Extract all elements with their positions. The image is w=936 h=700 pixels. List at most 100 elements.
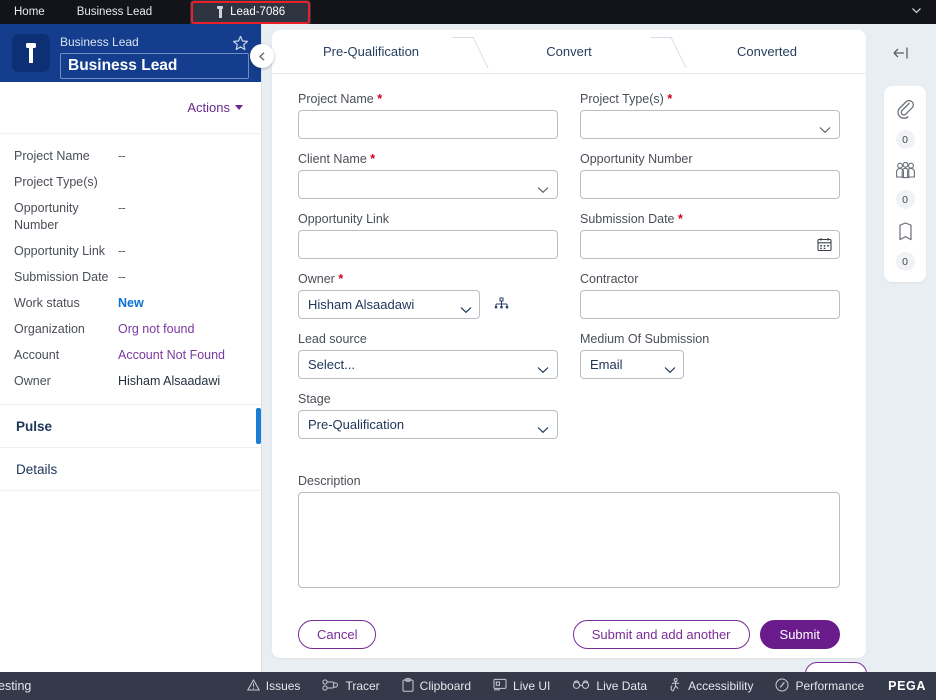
field-label: Opportunity Number xyxy=(14,201,79,232)
devbar-performance[interactable]: Performance xyxy=(775,678,864,695)
star-icon[interactable] xyxy=(232,35,249,57)
field-value[interactable]: Org not found xyxy=(118,321,194,338)
warning-icon xyxy=(246,678,260,694)
rail-followers[interactable]: 0 xyxy=(895,161,916,209)
case-field-row: Work status New xyxy=(14,295,247,312)
tab-business-lead[interactable]: Business Lead xyxy=(61,0,168,24)
actions-button-label: Actions xyxy=(187,100,230,115)
devbar-live-data[interactable]: Live Data xyxy=(572,679,647,693)
field-value[interactable]: Account Not Found xyxy=(118,347,225,364)
devbar-issues[interactable]: Issues xyxy=(246,678,300,694)
required-asterisk: * xyxy=(677,212,683,226)
lead-source-label: Lead source xyxy=(298,332,367,346)
devbar-live-data-label: Live Data xyxy=(596,679,648,693)
field-stage: Stage xyxy=(298,392,558,439)
devbar-live-ui[interactable]: Live UI xyxy=(493,678,550,694)
client-name-input[interactable] xyxy=(298,170,558,199)
panel-tab-pulse[interactable]: Pulse xyxy=(0,405,261,448)
project-types-input[interactable] xyxy=(580,110,840,139)
stage-pre-qualification[interactable]: Pre-Qualification xyxy=(272,30,470,73)
opportunity-link-input[interactable] xyxy=(298,230,558,259)
collapse-left-icon[interactable] xyxy=(888,44,914,62)
case-field-row: Account Account Not Found xyxy=(14,347,247,364)
devbar-tracer[interactable]: Tracer xyxy=(322,678,380,694)
tag-icon xyxy=(898,222,913,246)
devbar-clipboard[interactable]: Clipboard xyxy=(402,677,472,695)
field-label: Account xyxy=(14,348,60,362)
field-label: Project Type(s) xyxy=(14,175,98,189)
actions-row: Actions xyxy=(0,82,261,134)
field-label: Owner xyxy=(14,374,51,388)
tab-lead-7086[interactable]: Lead-7086 xyxy=(190,0,312,24)
stage-converted[interactable]: Converted xyxy=(668,30,866,73)
description-label: Description xyxy=(298,474,361,488)
client-name-select[interactable] xyxy=(298,170,558,199)
submit-and-add-another-button[interactable]: Submit and add another xyxy=(572,620,750,649)
live-data-icon xyxy=(572,679,590,693)
field-value: -- xyxy=(118,270,126,284)
case-field-row: Organization Org not found xyxy=(14,321,247,338)
utility-rail: 0 0 0 xyxy=(884,86,926,282)
stage-label: Convert xyxy=(546,44,592,59)
live-ui-icon xyxy=(493,678,507,694)
submission-date-picker[interactable] xyxy=(580,230,840,259)
lead-source-input[interactable] xyxy=(298,350,558,379)
stage-select[interactable] xyxy=(298,410,558,439)
client-name-label: Client Name * xyxy=(298,152,376,166)
field-opportunity-link: Opportunity Link xyxy=(298,212,558,259)
panel-tab-details[interactable]: Details xyxy=(0,448,261,491)
project-types-select[interactable] xyxy=(580,110,840,139)
submission-date-label: Submission Date * xyxy=(580,212,683,226)
field-opportunity-number: Opportunity Number xyxy=(580,152,840,199)
case-title-field[interactable]: Business Lead xyxy=(60,53,249,79)
cancel-button[interactable]: Cancel xyxy=(298,620,377,649)
tab-business-lead-label: Business Lead xyxy=(76,6,153,18)
org-chart-icon[interactable] xyxy=(494,297,509,317)
opportunity-number-input[interactable] xyxy=(580,170,840,199)
calendar-icon[interactable] xyxy=(817,237,832,257)
submit-button[interactable]: Submit xyxy=(759,620,840,649)
rail-attachments[interactable]: 0 xyxy=(895,99,915,149)
field-value: -- xyxy=(118,201,126,215)
owner-input[interactable] xyxy=(298,290,480,319)
clipboard-icon xyxy=(402,677,414,695)
project-name-input[interactable] xyxy=(298,110,558,139)
tab-home[interactable]: Home xyxy=(0,0,61,24)
devbar-accessibility-label: Accessibility xyxy=(688,679,754,693)
field-project-types: Project Type(s) * xyxy=(580,92,840,139)
devbar-clipboard-label: Clipboard xyxy=(419,679,472,693)
chevron-left-icon[interactable] xyxy=(250,44,274,68)
stage-input[interactable] xyxy=(298,410,558,439)
main-content: Pre-Qualification Convert Converted Proj… xyxy=(272,30,866,658)
performance-icon xyxy=(775,678,789,695)
lead-form: Project Name * Client Name * Opportunity… xyxy=(272,74,866,593)
form-actions: Cancel Submit and add another Submit xyxy=(272,606,866,649)
lead-source-select[interactable] xyxy=(298,350,558,379)
field-medium-of-submission: Medium Of Submission xyxy=(580,332,840,379)
field-label: Opportunity Link xyxy=(14,244,106,258)
panel-tab-pulse-label: Pulse xyxy=(16,418,53,434)
stage-label: Pre-Qualification xyxy=(322,44,420,59)
medium-input[interactable] xyxy=(580,350,684,379)
status-badge: New xyxy=(118,296,144,310)
description-textarea[interactable] xyxy=(298,492,840,588)
field-label: Submission Date xyxy=(14,270,109,284)
pega-brand-logo: PEGA xyxy=(888,679,926,693)
required-asterisk: * xyxy=(370,152,376,166)
field-value: -- xyxy=(118,244,126,258)
required-asterisk: * xyxy=(338,272,344,286)
case-field-row: Opportunity Number -- xyxy=(14,200,247,234)
contractor-input[interactable] xyxy=(580,290,840,319)
submission-date-input[interactable] xyxy=(580,230,840,259)
owner-select[interactable] xyxy=(298,290,558,319)
case-field-row: Owner Hisham Alsaadawi xyxy=(14,373,247,390)
devbar-accessibility[interactable]: Accessibility xyxy=(669,677,754,695)
medium-select[interactable] xyxy=(580,350,840,379)
rail-tags[interactable]: 0 xyxy=(895,222,915,271)
stage-convert[interactable]: Convert xyxy=(470,30,668,73)
actions-button[interactable]: Actions xyxy=(187,100,243,115)
devbar-left-label: esting xyxy=(0,679,32,693)
case-field-row: Project Name -- xyxy=(14,148,247,165)
chevron-down-icon[interactable] xyxy=(911,5,922,16)
field-label: Project Name xyxy=(14,149,90,163)
